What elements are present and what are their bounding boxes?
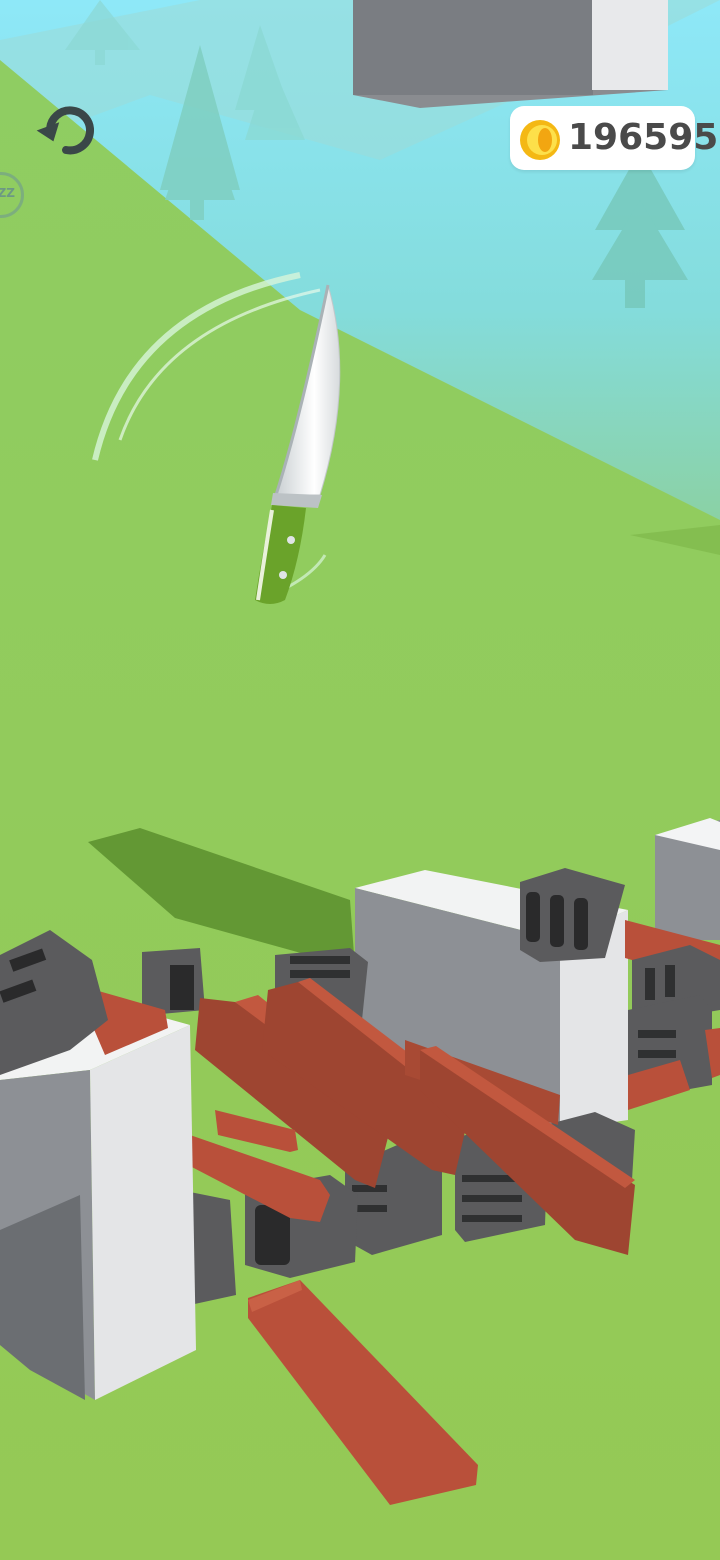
- overhead-block-side: [592, 0, 668, 90]
- overhead-block: [353, 0, 593, 95]
- side-menu-label: ZZ: [0, 186, 15, 200]
- knife-rivet: [279, 571, 287, 579]
- knife-rivet: [287, 536, 295, 544]
- coin-counter: 196595: [510, 106, 718, 170]
- concrete-block-left-side: [90, 1025, 196, 1400]
- game-scene[interactable]: [0, 0, 720, 1560]
- restart-icon: [36, 106, 94, 155]
- coin-icon: [520, 120, 560, 160]
- coin-count: 196595: [568, 117, 719, 158]
- restart-button[interactable]: [36, 100, 104, 162]
- cinder-block: [142, 948, 205, 1015]
